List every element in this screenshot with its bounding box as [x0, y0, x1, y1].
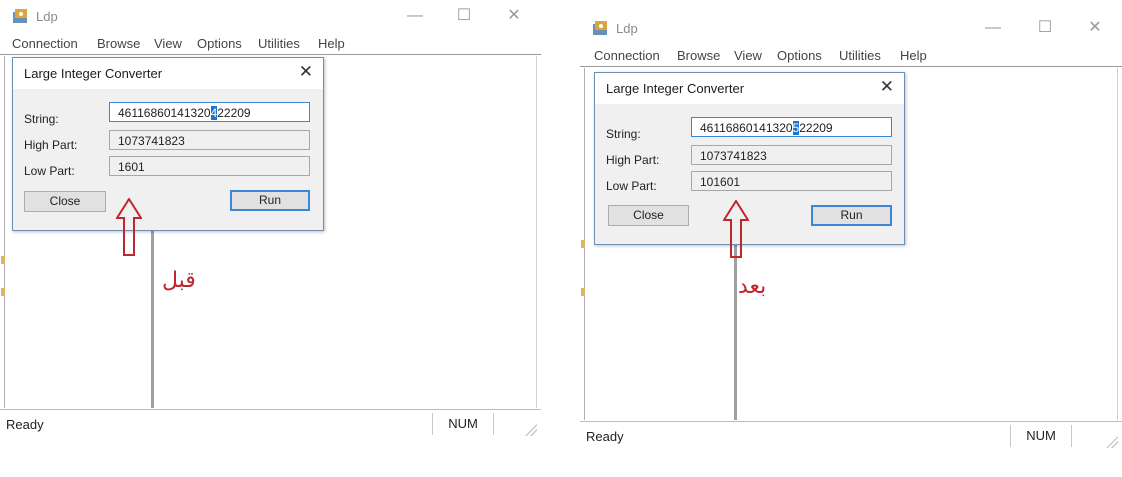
string-text-after: 22209 [217, 106, 251, 120]
ldp-app-icon [593, 21, 607, 35]
tree-node-marker [581, 240, 585, 248]
menu-utilities[interactable]: Utilities [258, 36, 300, 51]
pane-splitter[interactable] [151, 230, 154, 408]
menu-view[interactable]: View [734, 48, 762, 63]
close-icon[interactable]: ✕ [880, 77, 894, 97]
menu-view[interactable]: View [154, 36, 182, 51]
window-title: Ldp [36, 9, 58, 24]
low-part-field[interactable]: 101601 [691, 171, 892, 191]
menu-bar: Connection Browse View Options Utilities… [0, 34, 541, 55]
high-part-field[interactable]: 1073741823 [109, 130, 310, 150]
string-label: String: [606, 127, 641, 141]
menu-bar: Connection Browse View Options Utilities… [580, 46, 1122, 67]
string-text-before: 46116860141320 [700, 121, 793, 135]
menu-options[interactable]: Options [777, 48, 822, 63]
tree-node-marker [581, 288, 585, 296]
close-window-button[interactable]: ✕ [1080, 18, 1110, 38]
status-bar: Ready NUM [580, 421, 1122, 452]
menu-connection[interactable]: Connection [12, 36, 78, 51]
dialog-titlebar[interactable]: Large Integer Converter ✕ [13, 58, 323, 89]
high-part-label: High Part: [24, 138, 78, 152]
ldp-window-after: Ldp — ☐ ✕ Connection Browse View Options… [580, 12, 1122, 452]
window-title: Ldp [616, 21, 638, 36]
num-lock-indicator: NUM [1010, 425, 1072, 447]
pane-splitter[interactable] [734, 244, 737, 420]
string-text-after: 22209 [799, 121, 833, 135]
ldp-window: Ldp — ☐ ✕ Connection Browse View Options… [0, 0, 541, 440]
menu-utilities[interactable]: Utilities [839, 48, 881, 63]
string-input[interactable]: 46116860141320522209 [691, 117, 892, 137]
string-input[interactable]: 46116860141320422209 [109, 102, 310, 122]
menu-connection[interactable]: Connection [594, 48, 660, 63]
status-bar: Ready NUM [0, 409, 541, 440]
minimize-button[interactable]: — [400, 6, 430, 26]
menu-help[interactable]: Help [900, 48, 927, 63]
window-titlebar[interactable]: Ldp — ☐ ✕ [0, 0, 541, 32]
run-button[interactable]: Run [811, 205, 892, 226]
run-button[interactable]: Run [230, 190, 310, 211]
large-integer-converter-dialog: Large Integer Converter ✕ String: 461168… [12, 57, 324, 231]
menu-browse[interactable]: Browse [677, 48, 720, 63]
status-text: Ready [6, 417, 44, 432]
minimize-button[interactable]: — [978, 18, 1008, 38]
low-part-label: Low Part: [606, 179, 657, 193]
num-lock-indicator: NUM [432, 413, 494, 435]
close-button[interactable]: Close [24, 191, 106, 212]
ldp-app-icon [13, 9, 27, 23]
tree-node-marker [1, 288, 5, 296]
close-icon[interactable]: ✕ [299, 62, 313, 82]
maximize-button[interactable]: ☐ [1030, 18, 1060, 38]
dialog-title: Large Integer Converter [24, 66, 163, 81]
red-up-arrow-icon [116, 198, 142, 256]
before-annotation: قبل [162, 268, 196, 293]
after-annotation: بعد [738, 274, 767, 299]
high-part-label: High Part: [606, 153, 660, 167]
string-text-before: 46116860141320 [118, 106, 211, 120]
maximize-button[interactable]: ☐ [449, 6, 479, 26]
resize-grip[interactable] [1106, 436, 1118, 448]
red-up-arrow-icon [723, 200, 749, 258]
window-titlebar[interactable]: Ldp — ☐ ✕ [580, 12, 1122, 44]
low-part-field[interactable]: 1601 [109, 156, 310, 176]
resize-grip[interactable] [525, 424, 537, 436]
dialog-title: Large Integer Converter [606, 81, 745, 96]
low-part-label: Low Part: [24, 164, 75, 178]
close-window-button[interactable]: ✕ [499, 6, 529, 26]
high-part-field[interactable]: 1073741823 [691, 145, 892, 165]
large-integer-converter-dialog: Large Integer Converter ✕ String: 461168… [594, 72, 905, 245]
dialog-titlebar[interactable]: Large Integer Converter ✕ [595, 73, 904, 104]
menu-browse[interactable]: Browse [97, 36, 140, 51]
menu-help[interactable]: Help [318, 36, 345, 51]
ldp-window-before: Ldp — ☐ ✕ Connection Browse View Options… [0, 0, 541, 440]
ldp-window: Ldp — ☐ ✕ Connection Browse View Options… [580, 12, 1122, 452]
close-button[interactable]: Close [608, 205, 689, 226]
status-text: Ready [586, 429, 624, 444]
menu-options[interactable]: Options [197, 36, 242, 51]
tree-node-marker [1, 256, 5, 264]
string-label: String: [24, 112, 59, 126]
